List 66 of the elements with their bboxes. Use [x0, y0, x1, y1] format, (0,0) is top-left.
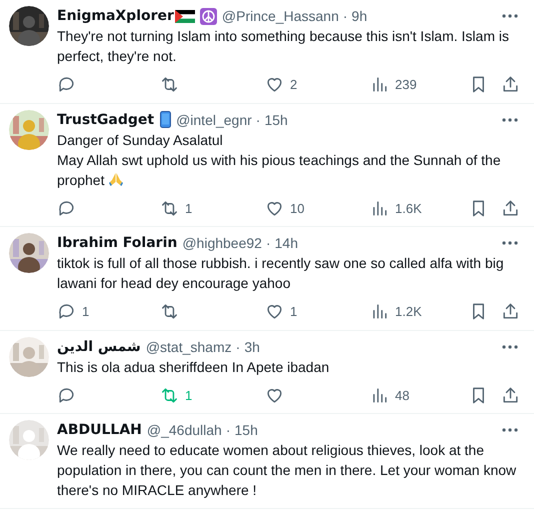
separator-dot: ·	[256, 110, 260, 130]
reply-icon	[57, 75, 76, 94]
user-name[interactable]: ABDULLAH	[57, 420, 142, 440]
bar-chart-icon	[370, 386, 389, 405]
user-handle[interactable]: @highbee92	[182, 233, 262, 253]
more-icon[interactable]	[502, 241, 518, 245]
phone-icon	[160, 111, 172, 128]
more-icon[interactable]	[502, 428, 518, 432]
reply-icon	[57, 386, 76, 405]
user-handle[interactable]: @_46dullah	[146, 420, 222, 440]
bar-chart-icon	[370, 198, 389, 218]
user-name[interactable]: EnigmaXplorer	[57, 6, 174, 26]
like-button[interactable]: 1	[265, 302, 370, 322]
separator-dot: ·	[236, 338, 240, 356]
repost-icon	[160, 198, 179, 218]
more-icon[interactable]	[502, 14, 518, 18]
bar-chart-icon	[370, 302, 389, 322]
more-icon[interactable]	[502, 344, 518, 348]
post-text: Danger of Sunday Asalatul	[57, 130, 224, 150]
post-time[interactable]: 15h	[264, 110, 288, 130]
post-text: We really need to educate women about religious thieves, look at the population in there, you can count the men in there. Let your woman know there's no MIRACLE anywhere !	[57, 441, 518, 500]
views-button[interactable]: 239	[370, 75, 469, 94]
reply-icon	[57, 302, 76, 322]
repost-icon	[160, 386, 179, 405]
heart-icon	[265, 302, 284, 322]
reply-button[interactable]: 1	[57, 302, 160, 322]
post-text: They're not turning Islam into something because this isn't Islam. Islam is perfect, they're not.	[57, 27, 510, 66]
post-text: tiktok is full of all those rubbish. i recently saw one so called alfa with big lawani for head dey encourage yahoo	[57, 254, 505, 293]
post-time[interactable]: 14h	[274, 233, 298, 253]
praying-hands-icon	[108, 170, 124, 186]
repost-icon	[160, 302, 179, 322]
like-button[interactable]: 2	[265, 75, 370, 94]
share-icon	[501, 386, 520, 405]
user-handle[interactable]: @intel_egnr	[176, 110, 252, 130]
user-name[interactable]: شمس الدين	[57, 336, 141, 356]
separator-dot: ·	[266, 234, 271, 253]
user-name[interactable]: TrustGadget	[57, 110, 154, 130]
peace-icon	[200, 8, 217, 24]
flag-icon	[174, 10, 195, 22]
like-button[interactable]: 10	[265, 198, 370, 218]
post-time[interactable]: 15h	[234, 420, 258, 440]
share-icon	[501, 75, 520, 94]
share-button[interactable]	[501, 386, 520, 405]
views-button[interactable]: 1.2K	[370, 302, 469, 322]
heart-icon	[265, 75, 284, 94]
separator-dot: ·	[226, 421, 230, 440]
post-text: May Allah swt uphold us with his pious teachings and the Sunnah of the prophet	[57, 150, 502, 190]
reply-icon	[57, 198, 76, 218]
share-button[interactable]	[501, 75, 520, 94]
share-icon	[501, 198, 520, 218]
views-button[interactable]: 1.6K	[370, 198, 469, 218]
user-handle[interactable]: @Prince_Hassann	[222, 6, 339, 26]
more-icon[interactable]	[502, 118, 518, 122]
user-name[interactable]: Ibrahim Folarin	[57, 233, 178, 253]
separator-dot: ·	[342, 7, 348, 26]
share-button[interactable]	[501, 302, 520, 322]
post-text: This is ola adua sheriffdeen In Apete ibadan	[57, 358, 330, 376]
share-icon	[501, 302, 520, 322]
post-time[interactable]: 3h	[244, 336, 260, 356]
views-button[interactable]: 48	[370, 386, 469, 405]
repost-icon	[160, 75, 179, 94]
repost-button[interactable]: 1	[160, 198, 265, 218]
bar-chart-icon	[370, 75, 389, 94]
share-button[interactable]	[501, 198, 520, 218]
user-handle[interactable]: @stat_shamz	[146, 336, 232, 356]
post-time[interactable]: 9h	[352, 6, 368, 26]
